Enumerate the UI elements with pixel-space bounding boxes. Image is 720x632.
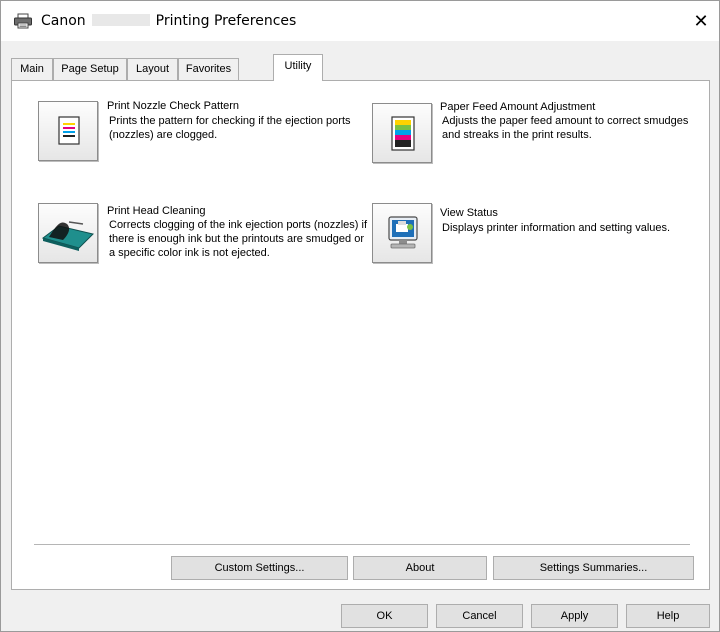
paper-feed-adjustment-button[interactable] — [372, 103, 432, 163]
title-bar: Canon Printing Preferences ✕ — [1, 1, 719, 41]
apply-button[interactable]: Apply — [531, 604, 618, 628]
print-head-cleaning-icon — [41, 221, 94, 251]
tab-page-setup[interactable]: Page Setup — [53, 58, 127, 80]
window-title: Canon Printing Preferences — [41, 13, 296, 29]
view-status-button[interactable] — [372, 203, 432, 263]
redacted-model-name — [91, 14, 150, 26]
printer-icon — [14, 13, 32, 29]
tab-main[interactable]: Main — [11, 58, 53, 80]
nozzle-check-button[interactable] — [38, 101, 98, 161]
help-button[interactable]: Help — [626, 604, 710, 628]
cancel-button[interactable]: Cancel — [436, 604, 523, 628]
paper-feed-adjustment-description: Adjusts the paper feed amount to correct… — [442, 115, 689, 141]
view-status-description: Displays printer information and setting… — [442, 222, 671, 234]
separator-line — [34, 544, 690, 545]
close-button[interactable]: ✕ — [689, 9, 713, 33]
view-status-title[interactable]: View Status — [440, 207, 498, 219]
printing-preferences-window: Canon Printing Preferences ✕ Main Page Se… — [0, 0, 720, 632]
print-head-cleaning-button[interactable] — [38, 203, 98, 263]
window-title-suffix: Printing Preferences — [155, 13, 297, 29]
print-head-cleaning-description: Corrects clogging of the ink ejection po… — [109, 219, 368, 259]
view-status-monitor-icon — [388, 216, 418, 249]
print-head-cleaning-title[interactable]: Print Head Cleaning — [107, 205, 205, 217]
settings-summaries-button[interactable]: Settings Summaries... — [493, 556, 694, 580]
tab-favorites[interactable]: Favorites — [178, 58, 239, 80]
nozzle-check-description: Prints the pattern for checking if the e… — [109, 115, 351, 141]
tab-utility[interactable]: Utility — [273, 54, 323, 81]
window-title-prefix: Canon — [41, 13, 86, 29]
utility-panel: Print Nozzle Check Pattern Prints the pa… — [11, 80, 710, 590]
paper-feed-adjustment-icon — [391, 116, 415, 151]
paper-feed-adjustment-title[interactable]: Paper Feed Amount Adjustment — [440, 101, 595, 113]
nozzle-check-pattern-icon — [58, 116, 80, 145]
about-button[interactable]: About — [353, 556, 487, 580]
ok-button[interactable]: OK — [341, 604, 428, 628]
nozzle-check-title[interactable]: Print Nozzle Check Pattern — [107, 100, 239, 112]
tab-layout[interactable]: Layout — [127, 58, 178, 80]
custom-settings-button[interactable]: Custom Settings... — [171, 556, 348, 580]
